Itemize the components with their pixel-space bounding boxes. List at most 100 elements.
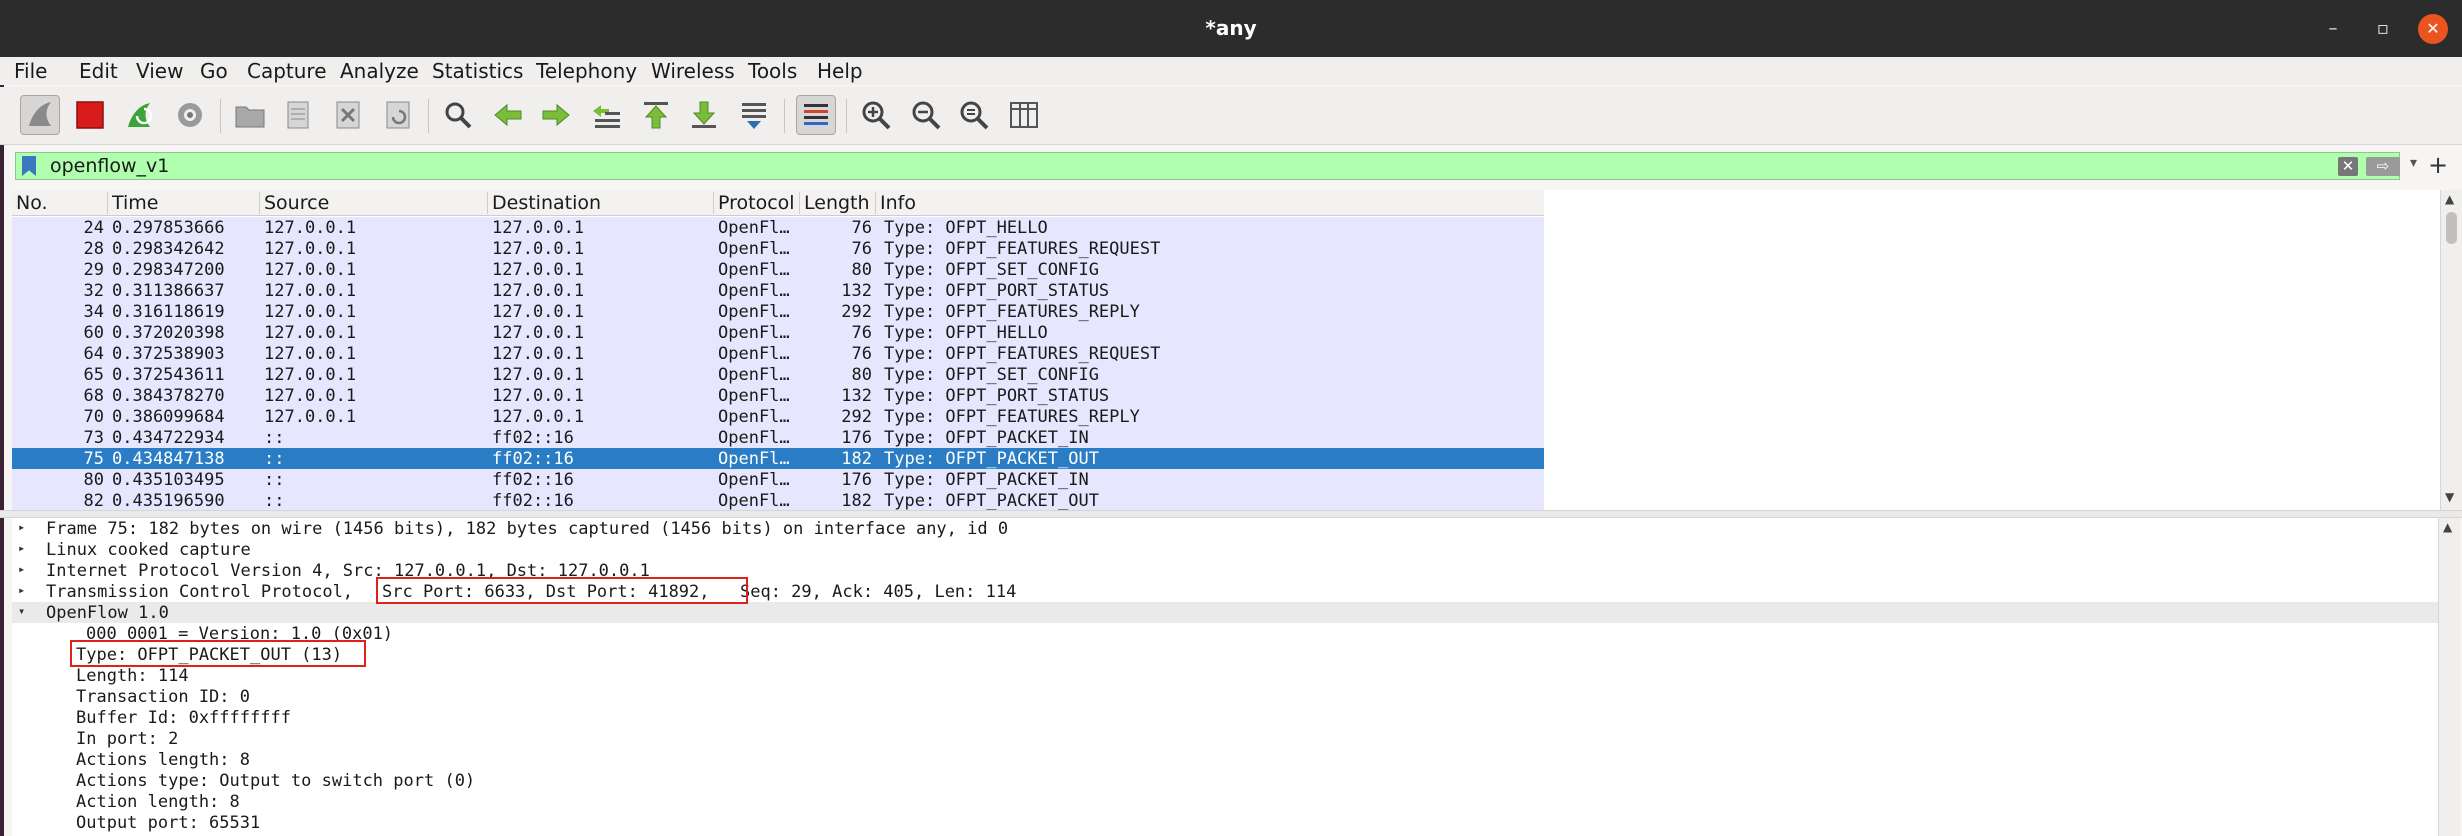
find-packet-icon[interactable] bbox=[438, 95, 478, 135]
menu-analyze[interactable]: Analyze bbox=[340, 59, 419, 83]
tree-row-action-length[interactable]: Action length: 8 bbox=[12, 791, 2438, 812]
menu-capture[interactable]: Capture bbox=[247, 59, 327, 83]
tree-row-text: OpenFlow 1.0 bbox=[46, 603, 169, 623]
packet-row[interactable]: 29 0.298347200 127.0.0.1 127.0.0.1 OpenFl… 80… bbox=[12, 259, 1544, 280]
menu-tools[interactable]: Tools bbox=[748, 59, 797, 83]
expand-arrow-icon[interactable]: ▸ bbox=[18, 583, 25, 597]
go-to-packet-icon[interactable] bbox=[586, 95, 626, 135]
packet-destination: 127.0.0.1 bbox=[492, 344, 585, 364]
expand-arrow-icon[interactable]: ▸ bbox=[18, 541, 25, 555]
open-file-icon[interactable] bbox=[230, 95, 270, 135]
close-file-icon[interactable] bbox=[328, 95, 368, 135]
packet-row[interactable]: 28 0.298342642 127.0.0.1 127.0.0.1 OpenFl… 76… bbox=[12, 238, 1544, 259]
packet-row[interactable]: 60 0.372020398 127.0.0.1 127.0.0.1 OpenFl… 76… bbox=[12, 322, 1544, 343]
scroll-up-icon[interactable]: ▲ bbox=[2443, 520, 2452, 534]
tree-row-output-port[interactable]: Output port: 65531 bbox=[12, 812, 2438, 833]
packet-list-scrollbar[interactable]: ▲ ▼ bbox=[2440, 190, 2462, 510]
column-header-info[interactable]: Info bbox=[876, 192, 1544, 214]
packet-row[interactable]: 24 0.297853666 127.0.0.1 127.0.0.1 OpenFl… 76… bbox=[12, 217, 1544, 238]
collapse-arrow-icon[interactable]: ▾ bbox=[18, 604, 25, 618]
packet-time: 0.434847138 bbox=[112, 449, 225, 469]
tree-row-length[interactable]: Length: 114 bbox=[12, 665, 2438, 686]
tree-row-xid[interactable]: Transaction ID: 0 bbox=[12, 686, 2438, 707]
tree-row-openflow[interactable]: ▾ OpenFlow 1.0 bbox=[12, 602, 2438, 623]
details-scrollbar[interactable]: ▲ bbox=[2438, 518, 2460, 836]
column-header-length[interactable]: Length bbox=[800, 192, 876, 214]
filter-bookmark-icon[interactable] bbox=[22, 156, 36, 176]
expand-arrow-icon[interactable]: ▸ bbox=[18, 520, 25, 534]
zoom-in-icon[interactable] bbox=[856, 95, 896, 135]
menu-view[interactable]: View bbox=[136, 59, 183, 83]
column-header-time[interactable]: Time bbox=[108, 192, 260, 214]
maximize-button[interactable]: ▫ bbox=[2368, 14, 2398, 44]
tree-row-type[interactable]: Type: OFPT_PACKET_OUT (13) bbox=[12, 644, 2438, 665]
column-header-no[interactable]: No. bbox=[12, 192, 108, 214]
packet-destination: ff02::16 bbox=[492, 428, 574, 448]
packet-no: 34 bbox=[83, 302, 104, 322]
autoscroll-icon[interactable] bbox=[734, 95, 774, 135]
tree-row-buffer-id[interactable]: Buffer Id: 0xffffffff bbox=[12, 707, 2438, 728]
column-header-source[interactable]: Source bbox=[260, 192, 488, 214]
shark-fin-start-icon[interactable] bbox=[20, 95, 60, 135]
display-filter-input[interactable]: openflow_v1 bbox=[50, 155, 169, 177]
menu-wireless[interactable]: Wireless bbox=[651, 59, 735, 83]
menu-telephony[interactable]: Telephony bbox=[536, 59, 637, 83]
packet-row[interactable]: 64 0.372538903 127.0.0.1 127.0.0.1 OpenFl… 76… bbox=[12, 343, 1544, 364]
go-forward-icon[interactable] bbox=[536, 95, 576, 135]
restart-capture-icon[interactable] bbox=[120, 95, 160, 135]
menu-help[interactable]: Help bbox=[817, 59, 863, 83]
column-header-destination[interactable]: Destination bbox=[488, 192, 714, 214]
packet-no: 73 bbox=[83, 428, 104, 448]
packet-row[interactable]: 68 0.384378270 127.0.0.1 127.0.0.1 OpenFl… 13… bbox=[12, 385, 1544, 406]
colorize-icon[interactable] bbox=[796, 95, 836, 135]
packet-row[interactable]: 32 0.311386637 127.0.0.1 127.0.0.1 OpenFl… 13… bbox=[12, 280, 1544, 301]
tree-row-linux-cooked[interactable]: ▸ Linux cooked capture bbox=[12, 539, 2438, 560]
normal-size-icon[interactable] bbox=[954, 95, 994, 135]
go-first-icon[interactable] bbox=[636, 95, 676, 135]
capture-options-icon[interactable] bbox=[170, 95, 210, 135]
scroll-down-icon[interactable]: ▼ bbox=[2445, 490, 2454, 504]
packet-protocol: OpenFl… bbox=[718, 302, 790, 322]
menu-file[interactable]: File bbox=[14, 59, 47, 83]
scroll-thumb[interactable] bbox=[2446, 212, 2457, 244]
menu-edit[interactable]: Edit bbox=[79, 59, 118, 83]
packet-row[interactable]: 82 0.435196590:: ff02::16 OpenFl… 182 Type: O… bbox=[12, 490, 1544, 511]
go-last-icon[interactable] bbox=[684, 95, 724, 135]
tree-row-actions-length[interactable]: Actions length: 8 bbox=[12, 749, 2438, 770]
toolbar-separator bbox=[220, 99, 221, 133]
filter-history-dropdown-icon[interactable]: ▾ bbox=[2410, 155, 2417, 171]
add-filter-button[interactable]: + bbox=[2428, 151, 2448, 179]
column-header-protocol[interactable]: Protocol bbox=[714, 192, 800, 214]
stop-capture-icon[interactable] bbox=[70, 95, 110, 135]
pane-splitter[interactable] bbox=[0, 510, 2462, 518]
packet-protocol: OpenFl… bbox=[718, 344, 790, 364]
title-bar: *any – ▫ ✕ bbox=[0, 0, 2462, 57]
tree-row-frame[interactable]: ▸ Frame 75: 182 bytes on wire (1456 bits… bbox=[12, 518, 2438, 539]
packet-info: Type: OFPT_PACKET_IN bbox=[884, 470, 1089, 490]
reload-file-icon[interactable] bbox=[378, 95, 418, 135]
tree-row-text: Linux cooked capture bbox=[46, 540, 251, 560]
menu-statistics[interactable]: Statistics bbox=[432, 59, 523, 83]
zoom-out-icon[interactable] bbox=[906, 95, 946, 135]
packet-row[interactable]: 75 0.434847138:: ff02::16 OpenFl… 182 Type: O… bbox=[12, 448, 1544, 469]
apply-filter-icon[interactable]: ⇨ bbox=[2366, 157, 2400, 176]
expand-arrow-icon[interactable]: ▸ bbox=[18, 562, 25, 576]
resize-columns-icon[interactable] bbox=[1004, 95, 1044, 135]
go-back-icon[interactable] bbox=[488, 95, 528, 135]
packet-row[interactable]: 80 0.435103495:: ff02::16 OpenFl… 176 Type: O… bbox=[12, 469, 1544, 490]
clear-filter-icon[interactable]: ✕ bbox=[2338, 157, 2358, 176]
tree-row-actions-type[interactable]: Actions type: Output to switch port (0) bbox=[12, 770, 2438, 791]
tree-row-version[interactable]: 000 0001 = Version: 1.0 (0x01) bbox=[12, 623, 2438, 644]
menu-go[interactable]: Go bbox=[200, 59, 228, 83]
tree-row-in-port[interactable]: In port: 2 bbox=[12, 728, 2438, 749]
save-file-icon[interactable] bbox=[278, 95, 318, 135]
packet-no: 68 bbox=[83, 386, 104, 406]
packet-row[interactable]: 70 0.386099684 127.0.0.1 127.0.0.1 OpenFl… 29… bbox=[12, 406, 1544, 427]
packet-row[interactable]: 73 0.434722934:: ff02::16 OpenFl… 176 Type: O… bbox=[12, 427, 1544, 448]
close-button[interactable]: ✕ bbox=[2418, 14, 2448, 44]
packet-row[interactable]: 65 0.372543611 127.0.0.1 127.0.0.1 OpenFl… 80… bbox=[12, 364, 1544, 385]
scroll-up-icon[interactable]: ▲ bbox=[2445, 192, 2454, 206]
minimize-button[interactable]: – bbox=[2318, 14, 2348, 44]
packet-row[interactable]: 34 0.316118619 127.0.0.1 127.0.0.1 OpenFl… 29… bbox=[12, 301, 1544, 322]
packet-destination: 127.0.0.1 bbox=[492, 302, 585, 322]
